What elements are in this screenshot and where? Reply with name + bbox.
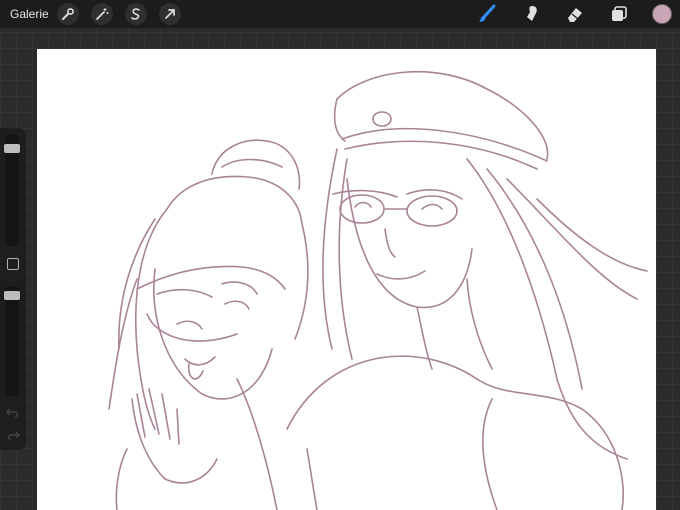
undo-icon [6, 408, 18, 418]
selection-button[interactable] [124, 3, 147, 25]
layers-tool[interactable] [608, 3, 630, 25]
magic-wand-icon [95, 8, 109, 20]
sketch-artwork [108, 70, 648, 510]
redo-button[interactable] [6, 429, 20, 441]
smudge-icon [527, 6, 537, 21]
layers-icon [612, 6, 627, 21]
color-picker-button[interactable] [652, 4, 672, 24]
brush-size-thumb[interactable] [4, 144, 20, 153]
redo-icon [8, 431, 20, 441]
top-toolbar: Galerie [0, 0, 680, 28]
modify-button[interactable] [7, 258, 19, 270]
opacity-slider[interactable] [4, 286, 20, 396]
actions-button[interactable] [56, 3, 79, 25]
adjustments-button[interactable] [90, 3, 113, 25]
brush-tool[interactable] [476, 3, 498, 25]
tool-group-right [476, 0, 680, 28]
eraser-icon [568, 8, 582, 22]
eraser-tool[interactable] [564, 3, 586, 25]
smudge-tool[interactable] [520, 3, 542, 25]
transform-button[interactable] [158, 3, 181, 25]
brush-icon [479, 4, 496, 22]
drawing-canvas[interactable] [37, 49, 656, 510]
opacity-thumb[interactable] [4, 291, 20, 300]
side-toolbar [0, 128, 26, 450]
wrench-icon [61, 8, 74, 20]
undo-button[interactable] [6, 406, 20, 418]
transform-icon [164, 9, 175, 19]
brush-size-slider[interactable] [4, 134, 20, 246]
selection-icon [130, 8, 140, 20]
gallery-button[interactable]: Galerie [10, 7, 49, 21]
